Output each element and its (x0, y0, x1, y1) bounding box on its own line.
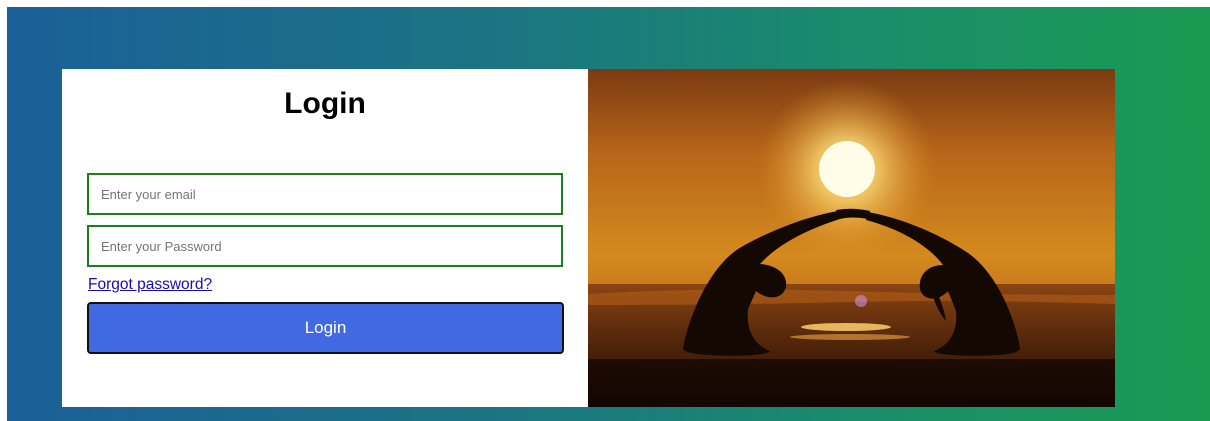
login-form-panel: Login Forgot password? Login (62, 69, 588, 407)
forgot-password-link[interactable]: Forgot password? (88, 276, 212, 294)
page-background: Login Forgot password? Login (7, 7, 1210, 421)
login-card: Login Forgot password? Login (62, 69, 1115, 407)
login-button[interactable]: Login (87, 302, 564, 354)
password-field[interactable] (87, 225, 563, 267)
hero-image (588, 69, 1115, 407)
email-field[interactable] (87, 173, 563, 215)
page-title: Login (284, 87, 366, 120)
sunset-yoga-image (588, 69, 1115, 407)
